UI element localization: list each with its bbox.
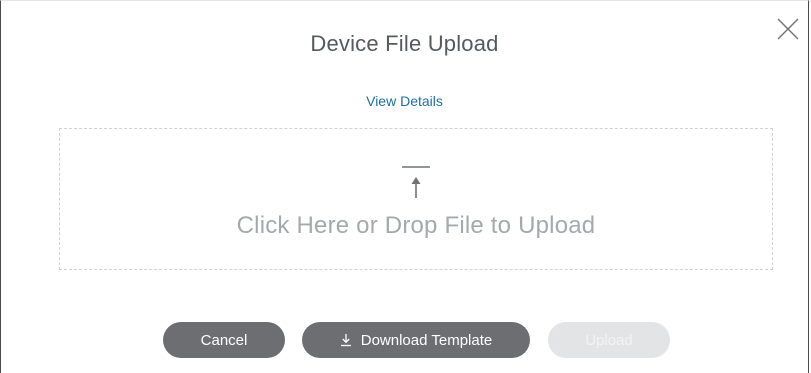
cancel-button[interactable]: Cancel <box>163 322 285 358</box>
download-template-label: Download Template <box>360 331 493 349</box>
download-template-button[interactable]: Download Template <box>302 322 530 358</box>
upload-button-label: Upload <box>585 331 633 349</box>
dialog-title: Device File Upload <box>310 31 499 56</box>
upload-icon <box>402 166 430 198</box>
file-dropzone[interactable]: Click Here or Drop File to Upload <box>59 128 773 270</box>
dropzone-label: Click Here or Drop File to Upload <box>236 212 596 239</box>
upload-button[interactable]: Upload <box>548 322 670 358</box>
cancel-button-label: Cancel <box>200 331 248 349</box>
device-file-upload-dialog: Device File Upload View Details Click He… <box>0 0 809 373</box>
download-icon <box>340 334 351 347</box>
view-details-link[interactable]: View Details <box>1 93 808 109</box>
